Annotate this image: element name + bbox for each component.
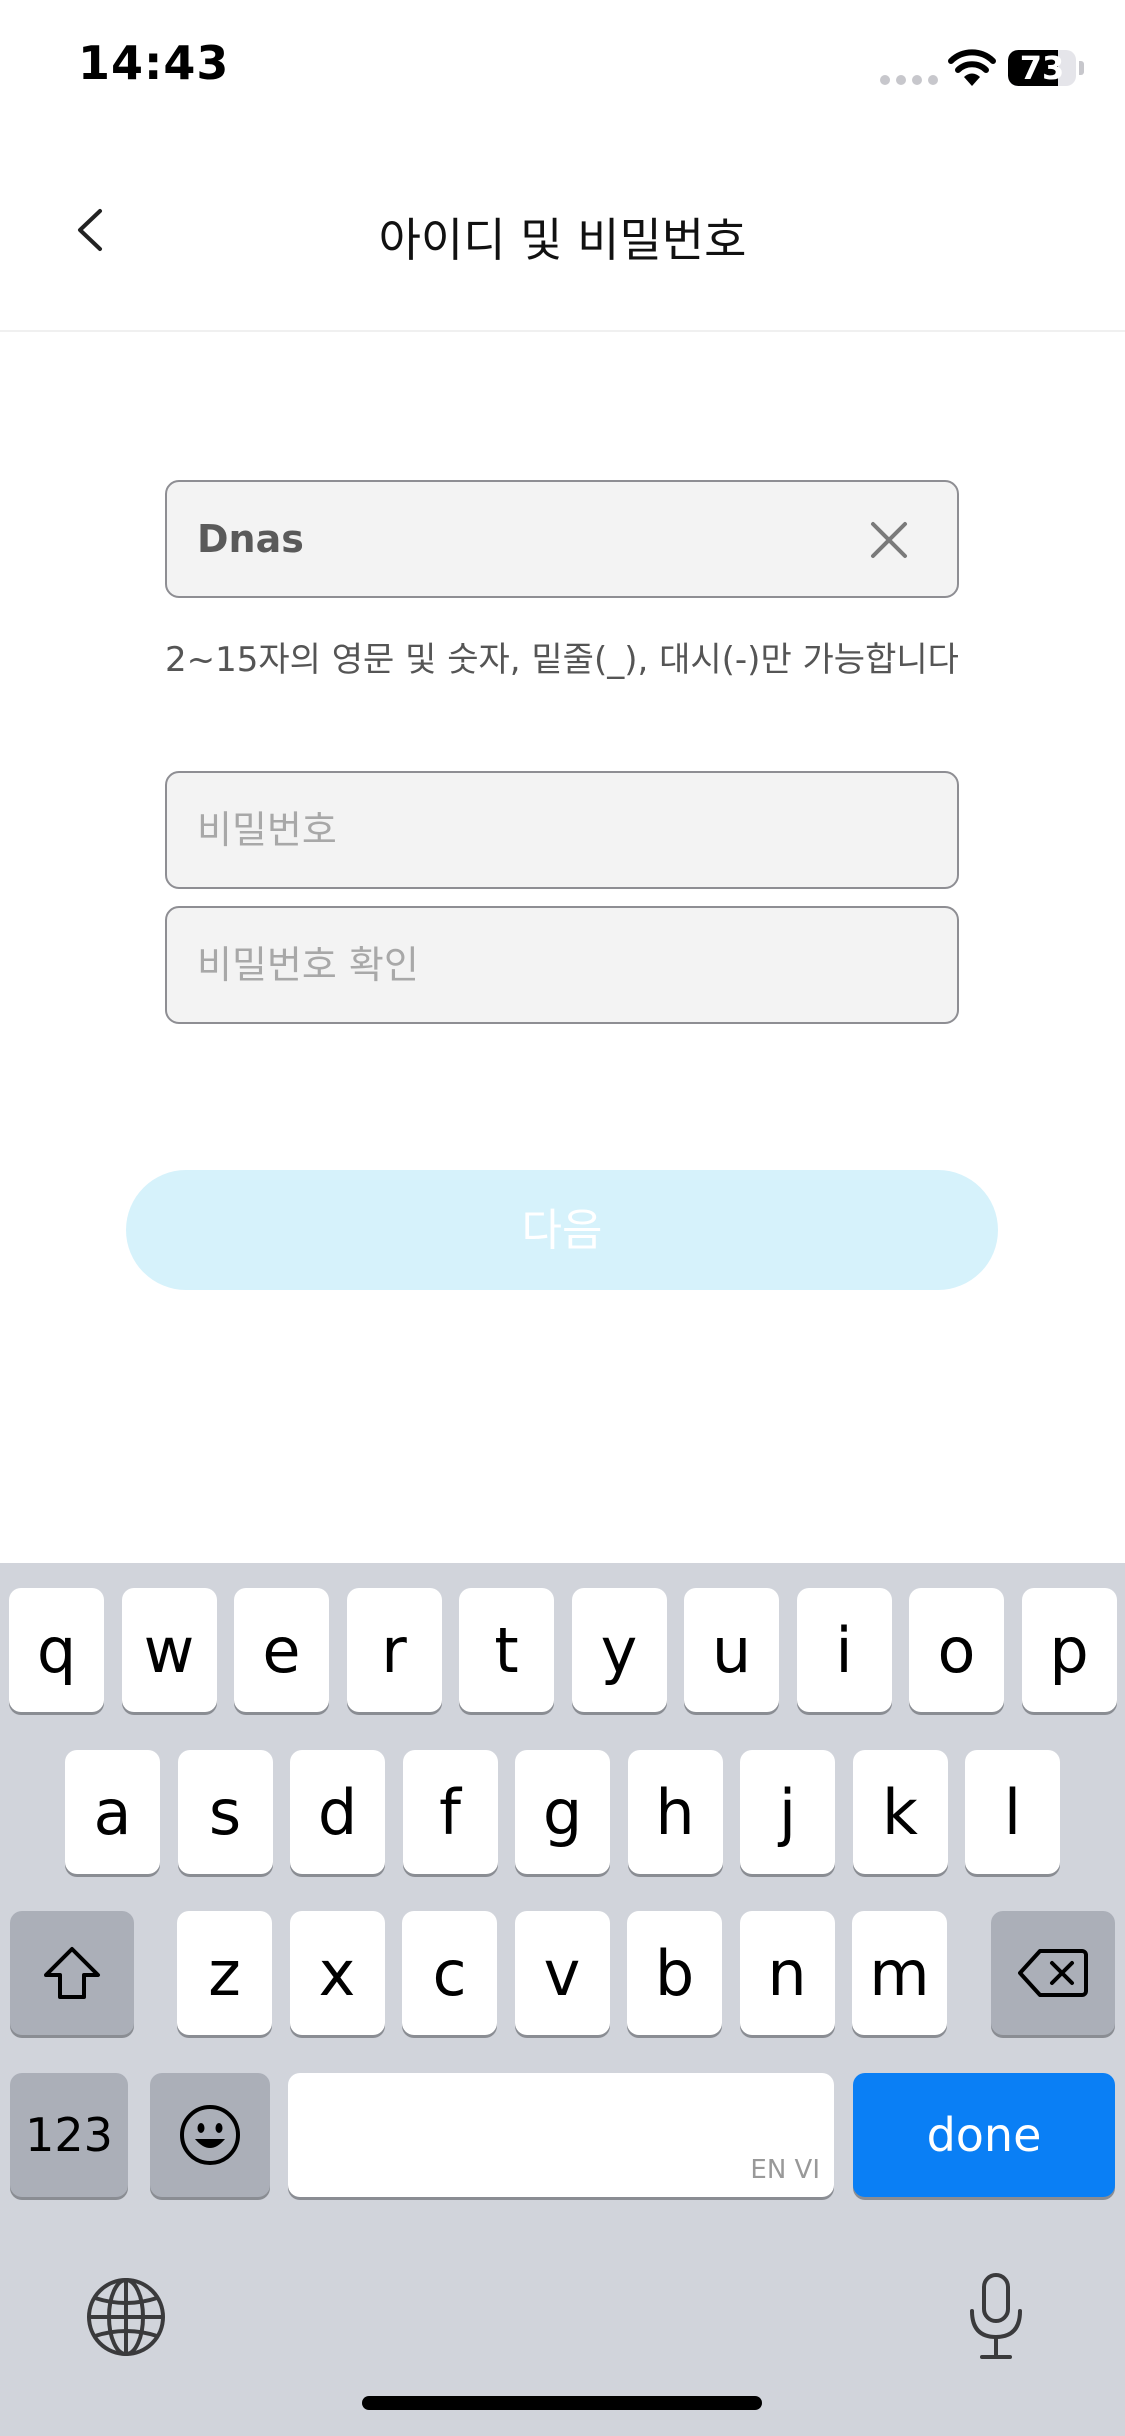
clear-icon[interactable] (867, 518, 911, 562)
key-q[interactable]: q (9, 1588, 104, 1712)
key-r[interactable]: r (346, 1588, 442, 1712)
microphone-icon[interactable] (966, 2271, 1026, 2363)
delete-key[interactable] (991, 1911, 1115, 2035)
id-input[interactable] (197, 482, 897, 596)
space-key[interactable]: EN VI (288, 2073, 834, 2197)
page-title: 아이디 및 비밀번호 (378, 213, 747, 267)
battery-cap (1079, 61, 1084, 75)
key-w[interactable]: w (121, 1588, 217, 1712)
key-v[interactable]: v (514, 1911, 610, 2035)
key-l[interactable]: l (965, 1750, 1060, 1874)
emoji-icon (180, 2105, 240, 2165)
password-confirm-field[interactable] (165, 906, 959, 1024)
keyboard: qwertyuiop asdfghjkl zxcvbnm 123 EN VI d… (0, 1563, 1125, 2436)
shift-icon (44, 1947, 100, 1999)
key-b[interactable]: b (627, 1911, 722, 2035)
battery-icon: 73 (1008, 50, 1076, 86)
key-p[interactable]: p (1021, 1588, 1117, 1712)
key-i[interactable]: i (796, 1588, 892, 1712)
status-bar: 14:43 73 (0, 0, 1125, 140)
battery-level: 73 (1019, 50, 1065, 86)
key-a[interactable]: a (65, 1750, 160, 1874)
navigation-bar: 아이디 및 비밀번호 (0, 140, 1125, 332)
key-u[interactable]: u (684, 1588, 779, 1712)
signal-icon (880, 75, 938, 85)
key-s[interactable]: s (177, 1750, 273, 1874)
status-time: 14:43 (78, 36, 230, 90)
id-hint-text: 2~15자의 영문 및 숫자, 밑줄(_), 대시(-)만 가능합니다 (165, 640, 959, 680)
key-k[interactable]: k (852, 1750, 948, 1874)
key-c[interactable]: c (402, 1911, 497, 2035)
password-input[interactable] (197, 773, 897, 887)
key-j[interactable]: j (740, 1750, 835, 1874)
key-y[interactable]: y (571, 1588, 667, 1712)
password-field[interactable] (165, 771, 959, 889)
numbers-key[interactable]: 123 (10, 2073, 128, 2197)
shift-key[interactable] (10, 1911, 134, 2035)
password-confirm-input[interactable] (197, 908, 897, 1022)
key-n[interactable]: n (739, 1911, 835, 2035)
emoji-key[interactable] (150, 2073, 270, 2197)
delete-icon (1018, 1949, 1088, 1997)
wifi-icon (948, 49, 996, 86)
key-g[interactable]: g (515, 1750, 610, 1874)
key-x[interactable]: x (289, 1911, 385, 2035)
key-t[interactable]: t (459, 1588, 554, 1712)
key-m[interactable]: m (852, 1911, 947, 2035)
home-indicator (362, 2396, 762, 2410)
key-z[interactable]: z (177, 1911, 272, 2035)
key-d[interactable]: d (290, 1750, 385, 1874)
globe-icon[interactable] (85, 2276, 167, 2358)
done-key[interactable]: done (853, 2073, 1115, 2197)
space-language-label: EN VI (750, 2155, 820, 2185)
next-button[interactable]: 다음 (126, 1170, 998, 1290)
key-e[interactable]: e (234, 1588, 329, 1712)
key-o[interactable]: o (909, 1588, 1004, 1712)
key-h[interactable]: h (627, 1750, 723, 1874)
key-f[interactable]: f (402, 1750, 498, 1874)
id-field[interactable] (165, 480, 959, 598)
